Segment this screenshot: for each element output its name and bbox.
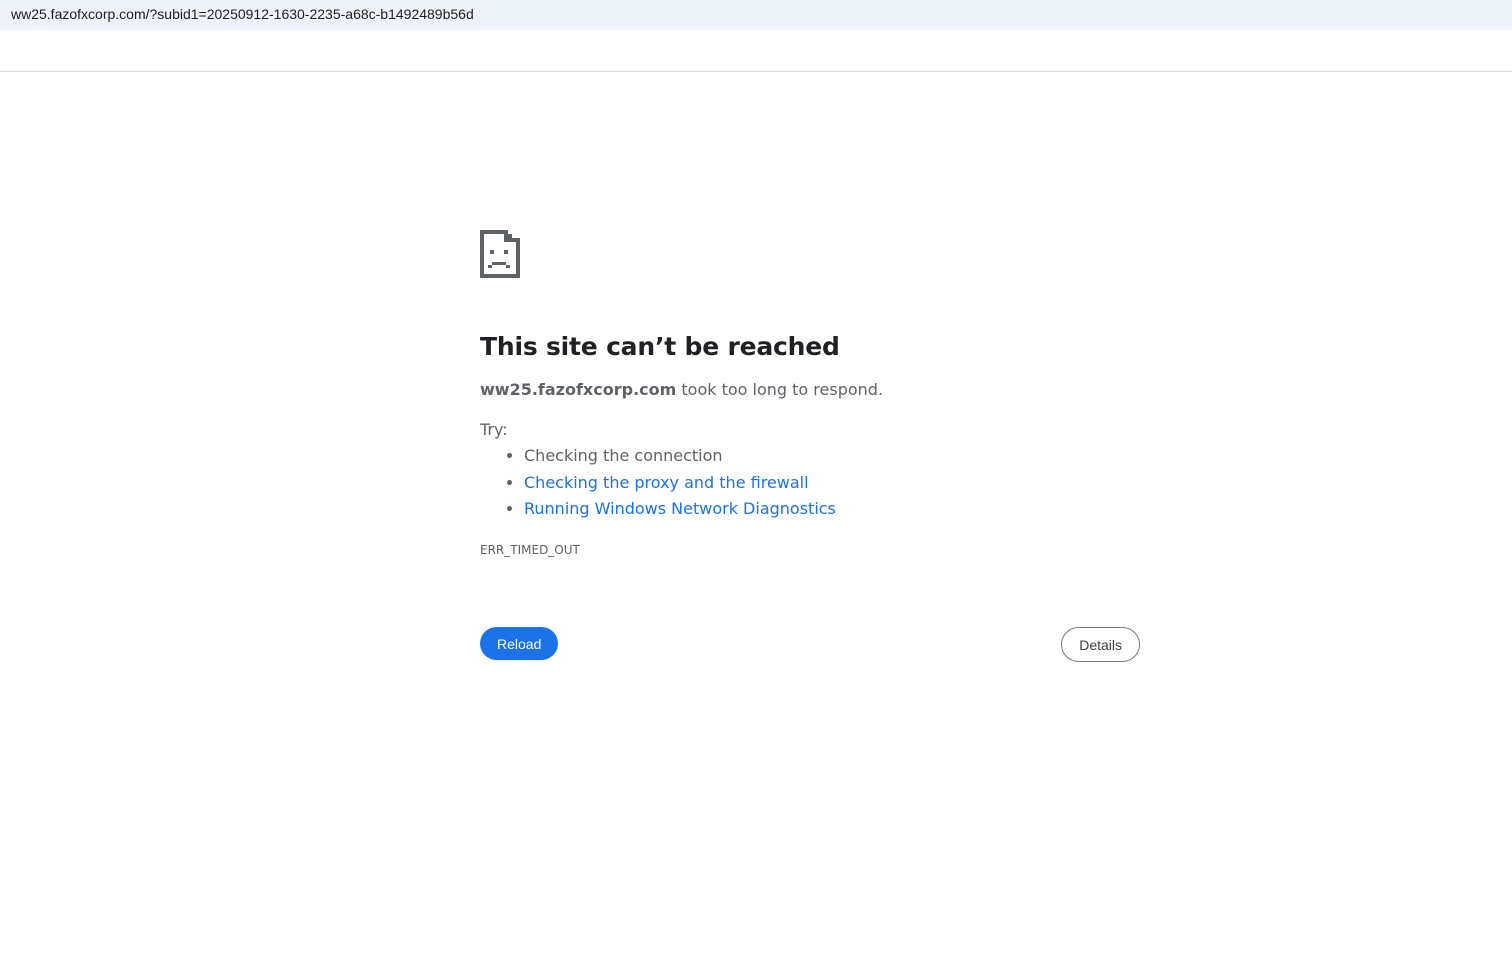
address-bar[interactable]: ww25.fazofxcorp.com/?subid1=20250912-163… [0,0,1512,30]
error-code: ERR_TIMED_OUT [480,542,580,557]
reload-button[interactable]: Reload [480,627,559,660]
toolbar-strip [0,30,1512,72]
error-summary: ww25.fazofxcorp.com took too long to res… [480,379,1140,401]
error-summary-text: took too long to respond. [676,380,884,399]
list-item: Running Windows Network Diagnostics [524,496,1140,523]
list-item: Checking the connection [524,443,1140,470]
list-item: Checking the proxy and the firewall [524,470,1140,497]
try-label: Try: [480,420,508,440]
page-title: This site can’t be reached [480,332,840,361]
error-content: This site can’t be reached ww25.fazofxco… [480,230,1140,557]
button-row: Reload Details [480,627,1140,663]
suggestion-proxy-firewall-link[interactable]: Checking the proxy and the firewall [524,473,809,492]
details-button[interactable]: Details [1061,627,1140,662]
sad-page-icon [480,230,520,278]
suggestions-list: Checking the connection Checking the pro… [480,443,1140,523]
address-bar-url[interactable]: ww25.fazofxcorp.com/?subid1=20250912-163… [11,6,474,22]
error-host: ww25.fazofxcorp.com [480,380,677,399]
suggestion-network-diagnostics-link[interactable]: Running Windows Network Diagnostics [524,499,836,518]
suggestion-check-connection: Checking the connection [524,446,723,466]
